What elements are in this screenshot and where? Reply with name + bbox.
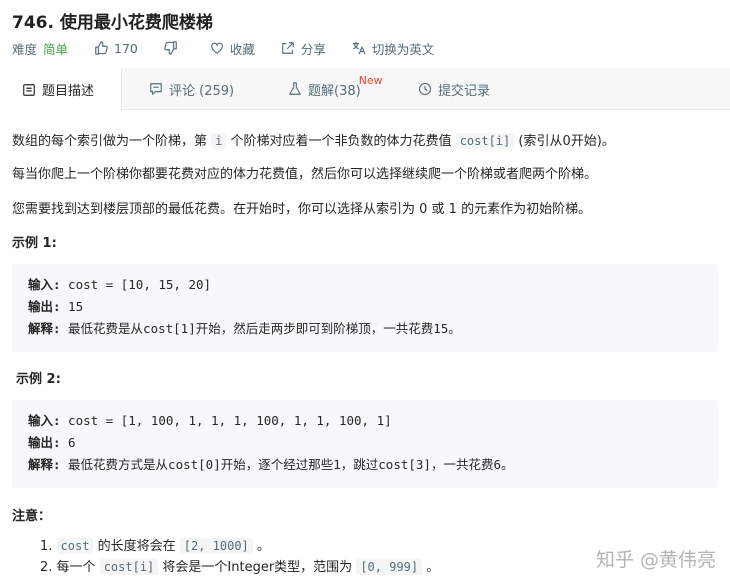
example-1-output: 输出: 15	[28, 299, 84, 314]
description-paragraph-1: 数组的每个索引做为一个阶梯，第 i 个阶梯对应着一个非负数的体力花费值 cost…	[12, 133, 615, 149]
new-badge: New	[358, 74, 383, 87]
clock-icon	[418, 82, 432, 96]
problem-tabs: 题目描述 评论 (259) 题解(38) New 提交记录	[0, 68, 730, 111]
favorite-label: 收藏	[229, 41, 255, 57]
example-2-explanation: 解释: 最低花费方式是从cost[0]开始，逐个经过那些1，跳过cost[3]，…	[28, 457, 514, 472]
translate-label: 切换为英文	[371, 41, 435, 57]
example-2-input: 输入: cost = [1, 100, 1, 1, 1, 100, 1, 1, …	[28, 413, 392, 428]
notes-heading: 注意：	[12, 509, 52, 524]
problem-meta-bar: 难度 简单 170 收藏 分享 切换为英文	[12, 38, 460, 58]
favorite-button[interactable]: 收藏	[210, 39, 255, 58]
thumb-down-icon	[164, 41, 177, 55]
translate-button[interactable]: 切换为英文	[352, 39, 435, 58]
dislike-button[interactable]	[164, 41, 184, 55]
difficulty-value: 简单	[43, 41, 69, 57]
share-button[interactable]: 分享	[281, 39, 326, 58]
description-paragraph-2: 每当你爬上一个阶梯你都要花费对应的体力花费值，然后你可以选择继续爬一个阶梯或者爬…	[12, 167, 598, 182]
example-2-output: 输出: 6	[28, 435, 76, 450]
like-button[interactable]: 170	[94, 41, 138, 56]
translate-icon	[352, 41, 366, 55]
problem-title: 746. 使用最小花费爬楼梯	[12, 13, 213, 33]
note-item-1: 1. cost 的长度将会在 [2, 1000] 。	[40, 538, 270, 554]
tab-submissions-label: 提交记录	[438, 83, 491, 99]
tab-solutions[interactable]: 题解(38) New	[288, 68, 383, 110]
share-label: 分享	[300, 41, 326, 57]
example-1-input: 输入: cost = [10, 15, 20]	[28, 277, 212, 292]
thumb-up-icon	[95, 41, 108, 55]
example-1-box: 输入: cost = [10, 15, 20] 输出: 15 解释: 最低花费是…	[12, 264, 718, 352]
description-paragraph-3: 您需要找到达到楼层顶部的最低花费。在开始时，你可以选择从索引为 0 或 1 的元…	[12, 202, 592, 217]
share-icon	[282, 42, 294, 54]
example-1-heading: 示例 1:	[12, 236, 57, 251]
heart-icon	[211, 42, 223, 54]
example-2-heading: 示例 2:	[16, 372, 61, 387]
watermark: 知乎 @黄伟亮	[595, 549, 716, 571]
tab-description[interactable]: 题目描述	[0, 68, 122, 111]
tab-comments-label: 评论 (259)	[169, 83, 235, 99]
comment-icon	[150, 83, 162, 95]
inline-code-i: i	[211, 133, 227, 149]
tab-submissions[interactable]: 提交记录	[418, 68, 490, 110]
notes-list: 1. cost 的长度将会在 [2, 1000] 。 2. 每一个 cost[i…	[40, 536, 439, 578]
tab-solutions-label: 题解(38)	[308, 83, 361, 99]
inline-code-cost-i: cost[i]	[455, 133, 515, 149]
tab-comments[interactable]: 评论 (259)	[149, 68, 234, 110]
tab-description-label: 题目描述	[42, 84, 95, 99]
example-2-box: 输入: cost = [1, 100, 1, 1, 1, 100, 1, 1, …	[12, 400, 718, 488]
example-1-explanation: 解释: 最低花费是从cost[1]开始，然后走两步即可到阶梯顶，一共花费15。	[28, 321, 461, 336]
flask-icon	[289, 82, 301, 95]
like-count: 170	[114, 40, 138, 56]
document-icon	[23, 83, 35, 96]
note-item-2: 2. 每一个 cost[i] 将会是一个Integer类型，范围为 [0, 99…	[40, 559, 440, 575]
difficulty-label: 难度	[12, 41, 38, 57]
